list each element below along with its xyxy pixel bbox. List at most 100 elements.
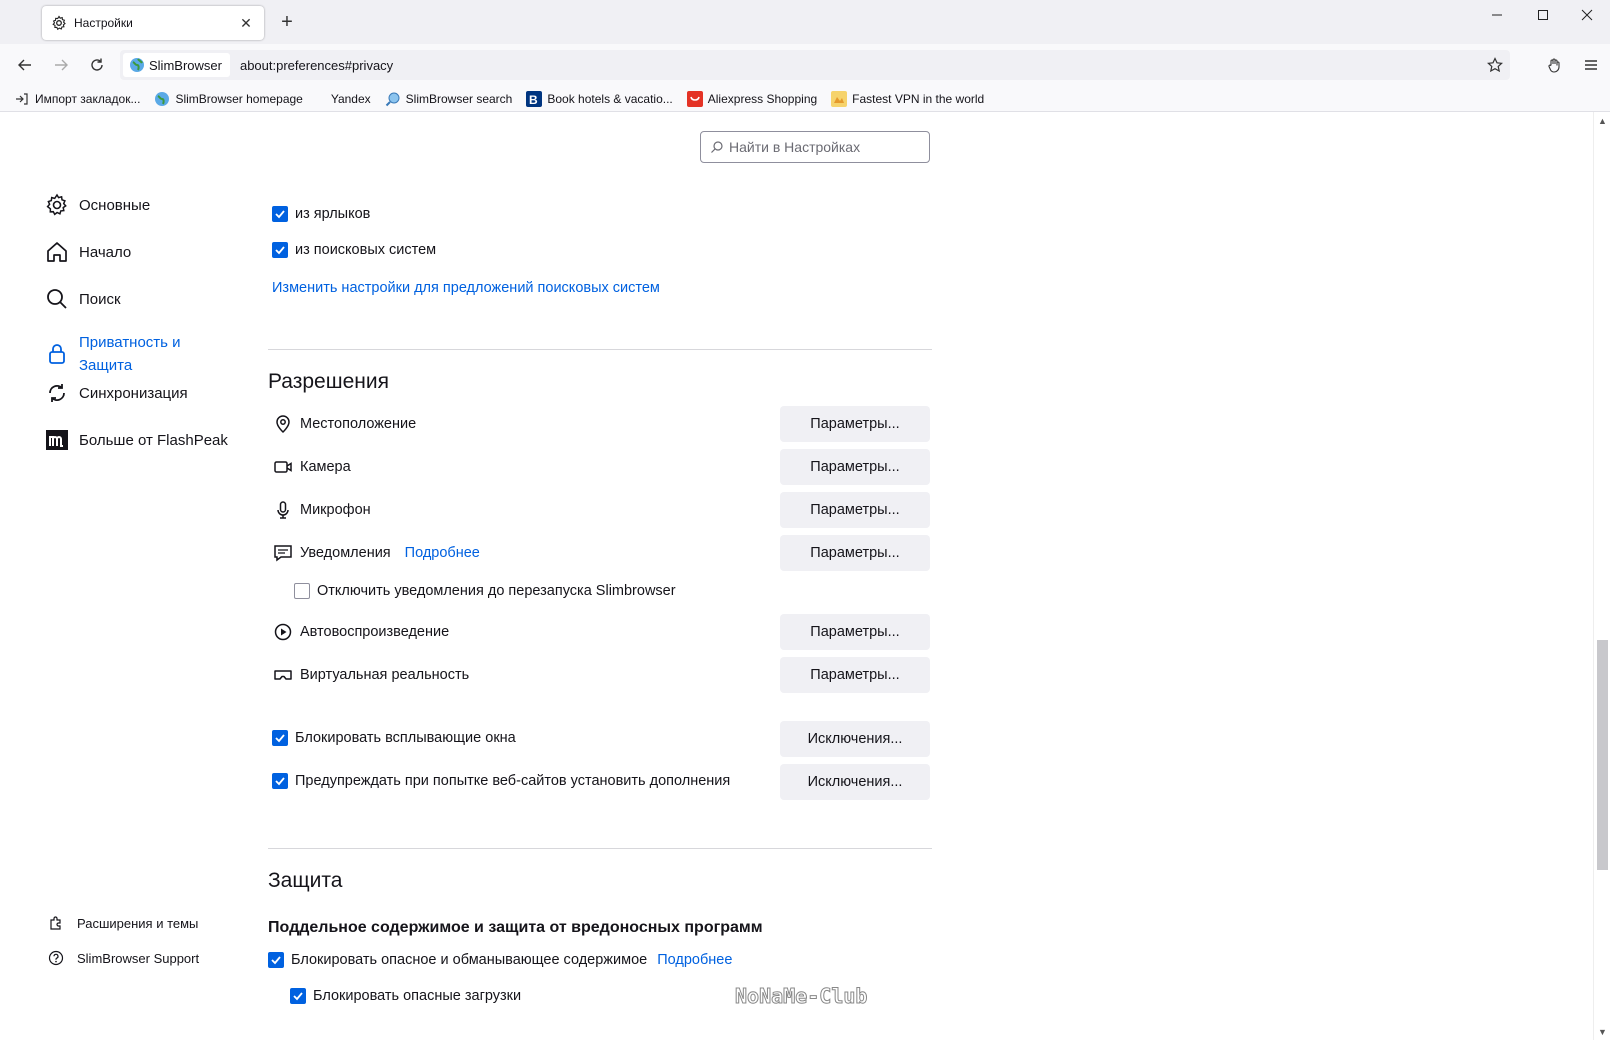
checkbox-unchecked-icon [294, 583, 310, 599]
pause-notifications-checkbox[interactable]: Отключить уведомления до перезапуска Sli… [294, 583, 676, 599]
site-identity[interactable]: SlimBrowser [123, 53, 230, 77]
checkbox-label: Блокировать опасное и обманывающее содер… [291, 952, 648, 968]
checkbox-label: Блокировать всплывающие окна [295, 730, 516, 746]
suggest-shortcuts-checkbox[interactable]: из ярлыков [272, 206, 370, 222]
bookmark-label: SlimBrowser search [405, 91, 513, 106]
reload-icon [91, 58, 103, 71]
permission-label: Камера [300, 459, 351, 475]
flashpeak-icon [44, 427, 70, 453]
category-search[interactable]: Поиск [44, 286, 121, 312]
addon-exceptions-button[interactable]: Исключения... [780, 764, 930, 800]
checkbox-checked-icon [290, 988, 306, 1004]
warn-addon-install-checkbox[interactable]: Предупреждать при попытке веб-сайтов уст… [272, 773, 730, 789]
gear-icon [52, 15, 66, 31]
bookmark-label: Book hotels & vacatio... [547, 91, 673, 106]
footer-link-label: SlimBrowser Support [77, 950, 200, 966]
block-dangerous-downloads-checkbox[interactable]: Блокировать опасные загрузки [290, 988, 521, 1004]
category-home[interactable]: Начало [44, 239, 131, 265]
app-menu-button[interactable] [1577, 51, 1605, 79]
checkbox-label: из поисковых систем [295, 242, 437, 258]
checkbox-label: Отключить уведомления до перезапуска Sli… [317, 583, 676, 599]
slimbrowser-globe-icon [130, 58, 144, 72]
booking-icon: B [526, 90, 543, 107]
support-link[interactable]: SlimBrowser Support [47, 949, 199, 967]
search-icon [44, 286, 70, 312]
title-bar: Настройки ✕ + [0, 0, 1610, 44]
navigation-bar: SlimBrowser about:preferences#privacy [0, 44, 1610, 86]
link-label: Изменить настройки для предложений поиск… [272, 280, 660, 296]
aliexpress-icon [686, 90, 703, 107]
reload-button[interactable] [83, 51, 111, 79]
gear-icon [44, 192, 70, 218]
camera-settings-button[interactable]: Параметры... [780, 449, 930, 485]
category-general[interactable]: Основные [44, 192, 150, 218]
checkbox-label: из ярлыков [295, 206, 371, 222]
deceptive-content-heading: Поддельное содержимое и защита от вредон… [268, 919, 763, 936]
bookmark-slimbrowser-homepage[interactable]: SlimBrowser homepage [152, 88, 304, 110]
vr-settings-button[interactable]: Параметры... [780, 657, 930, 693]
bookmark-label: Fastest VPN in the world [852, 91, 985, 106]
bookmark-booking[interactable]: B Book hotels & vacatio... [524, 88, 674, 110]
arrow-left-icon [18, 59, 31, 71]
bookmark-vpn[interactable]: Fastest VPN in the world [829, 88, 986, 110]
bookmark-slimbrowser-search[interactable]: SlimBrowser search [383, 88, 515, 110]
close-icon [1581, 9, 1593, 21]
tab-settings[interactable]: Настройки ✕ [42, 6, 264, 40]
suggest-search-engines-checkbox[interactable]: из поисковых систем [272, 242, 436, 258]
checkbox-checked-icon [272, 730, 288, 746]
bookmark-yandex[interactable]: Yandex [329, 88, 373, 110]
popup-exceptions-button[interactable]: Исключения... [780, 721, 930, 757]
checkbox-label: Блокировать опасные загрузки [313, 988, 522, 1004]
extension-button[interactable] [1540, 51, 1568, 79]
bookmark-label: SlimBrowser homepage [175, 91, 303, 106]
location-settings-button[interactable]: Параметры... [780, 406, 930, 442]
url-text[interactable]: about:preferences#privacy [240, 58, 1480, 73]
permissions-heading: Разрешения [268, 370, 389, 393]
category-sync[interactable]: Синхронизация [44, 380, 188, 406]
preferences-page: Найти в Настройках Основные Начало Поиск… [0, 112, 1610, 1040]
checkbox-checked-icon [272, 206, 288, 222]
search-globe-icon [385, 91, 401, 107]
back-button[interactable] [11, 51, 39, 79]
scroll-thumb[interactable] [1597, 640, 1608, 870]
section-divider [268, 848, 932, 849]
block-dangerous-learn-more-link[interactable]: Подробнее [657, 952, 732, 968]
import-icon [14, 91, 30, 107]
hamburger-menu-icon [1585, 60, 1597, 70]
forward-button[interactable] [47, 51, 75, 79]
maximize-icon [1538, 10, 1548, 20]
bookmark-import[interactable]: Импорт закладок... [12, 88, 142, 110]
puzzle-icon [47, 914, 65, 932]
category-more-from-flashpeak[interactable]: Больше от FlashPeak [44, 427, 228, 453]
close-tab-icon[interactable]: ✕ [234, 11, 258, 35]
bookmark-aliexpress[interactable]: Aliexpress Shopping [685, 88, 819, 110]
url-bar[interactable]: SlimBrowser about:preferences#privacy [120, 50, 1510, 80]
category-privacy[interactable]: Приватность и Защита [44, 331, 209, 377]
search-suggestion-settings-link[interactable]: Изменить настройки для предложений поиск… [272, 280, 660, 296]
notifications-settings-button[interactable]: Параметры... [780, 535, 930, 571]
permission-label: Местоположение [300, 416, 417, 432]
arrow-right-icon [55, 59, 68, 71]
page-scrollbar[interactable]: ▲ ▼ [1593, 112, 1610, 1040]
bookmark-label: Yandex [330, 91, 371, 106]
footer-link-label: Расширения и темы [77, 915, 199, 931]
scroll-down-arrow-icon[interactable]: ▼ [1594, 1023, 1610, 1040]
notifications-learn-more-link[interactable]: Подробнее [405, 545, 480, 561]
microphone-settings-button[interactable]: Параметры... [780, 492, 930, 528]
new-tab-button[interactable]: + [275, 10, 299, 34]
minimize-button[interactable] [1474, 0, 1520, 30]
block-dangerous-content-checkbox[interactable]: Блокировать опасное и обманывающее содер… [268, 952, 732, 968]
block-popups-checkbox[interactable]: Блокировать всплывающие окна [272, 730, 516, 746]
checkbox-checked-icon [272, 242, 288, 258]
autoplay-settings-button[interactable]: Параметры... [780, 614, 930, 650]
close-window-button[interactable] [1564, 0, 1610, 30]
identity-label: SlimBrowser [149, 57, 222, 73]
scroll-up-arrow-icon[interactable]: ▲ [1594, 112, 1610, 129]
bookmark-label: Aliexpress Shopping [707, 91, 818, 106]
addons-link[interactable]: Расширения и темы [47, 914, 198, 932]
category-label: Приватность и Защита [79, 334, 181, 374]
bookmark-star-button[interactable] [1480, 57, 1510, 73]
maximize-button[interactable] [1520, 0, 1566, 30]
checkbox-checked-icon [272, 773, 288, 789]
preferences-main-pane: из ярлыков из поисковых систем Изменить … [268, 112, 932, 1040]
